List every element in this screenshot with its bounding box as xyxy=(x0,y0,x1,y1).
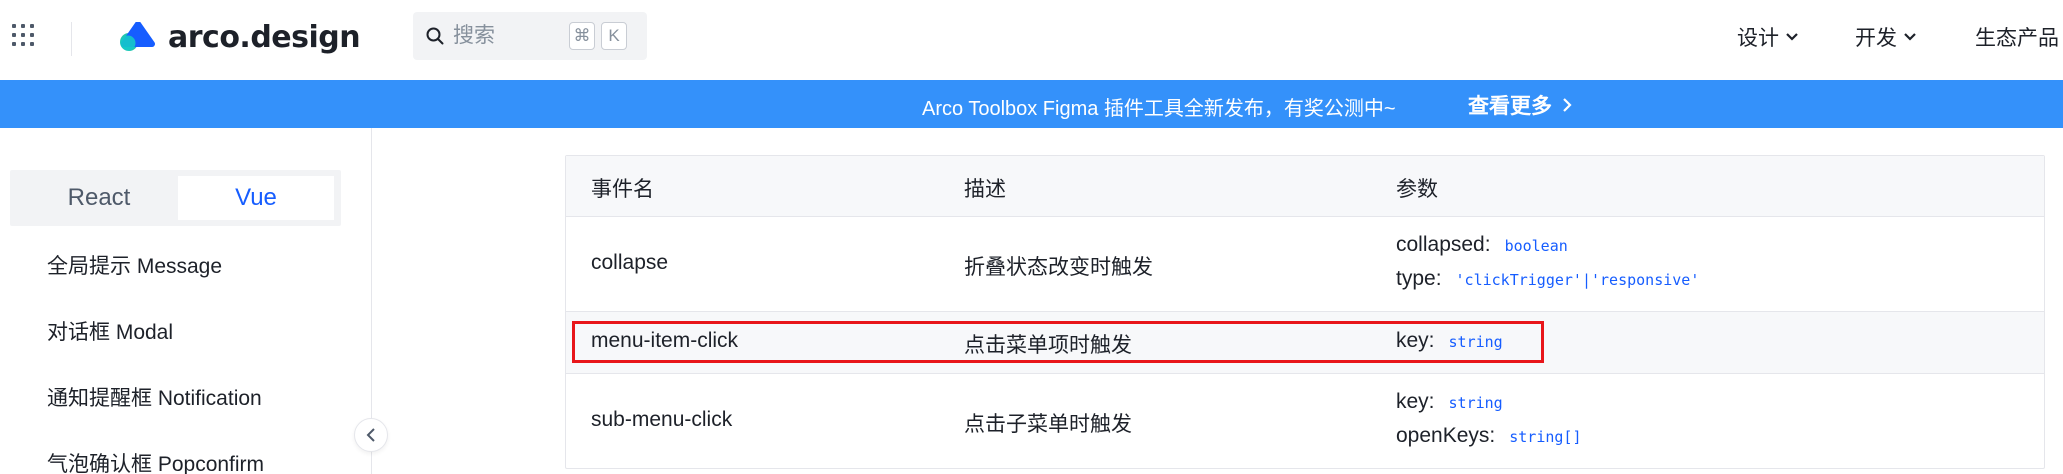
framework-react-tab[interactable]: React xyxy=(21,176,177,220)
search-box[interactable]: ⌘ K xyxy=(413,12,647,60)
arco-logo[interactable]: arco.design xyxy=(118,17,361,57)
nav-design-label: 设计 xyxy=(1737,27,1779,50)
banner-text: Arco Toolbox Figma 插件工具全新发布，有奖公测中~ xyxy=(922,98,1396,120)
top-header: arco.design ⌘ K 设计 开发 生态产品 xyxy=(0,0,2063,80)
banner-link-label: 查看更多 xyxy=(1468,95,1552,118)
event-name: menu-item-click xyxy=(591,329,739,352)
framework-switch: React Vue xyxy=(10,170,341,226)
sidebar-item-popconfirm[interactable]: 气泡确认框 Popconfirm xyxy=(47,448,264,474)
framework-vue-tab[interactable]: Vue xyxy=(178,176,334,220)
nav-develop[interactable]: 开发 xyxy=(1855,20,1917,54)
event-description: 点击菜单项时触发 xyxy=(964,334,1132,357)
shortcut-cmd-key: ⌘ xyxy=(569,22,595,50)
logo-text: arco.design xyxy=(168,19,361,55)
event-param: collapsed: boolean xyxy=(1396,233,1568,257)
param-key: collapsed: xyxy=(1396,233,1491,256)
event-description: 点击子菜单时触发 xyxy=(964,413,1132,436)
header-divider xyxy=(71,22,72,56)
param-type: string xyxy=(1448,394,1503,412)
chevron-left-icon xyxy=(366,428,375,442)
event-name: sub-menu-click xyxy=(591,408,733,431)
param-type: string[] xyxy=(1509,428,1582,446)
sidebar-item-notification[interactable]: 通知提醒框 Notification xyxy=(47,382,262,412)
arco-logo-icon xyxy=(120,22,155,51)
sidebar-item-message[interactable]: 全局提示 Message xyxy=(47,250,222,280)
param-key: openKeys: xyxy=(1396,424,1496,447)
nav-develop-label: 开发 xyxy=(1855,27,1897,50)
param-key: key: xyxy=(1396,329,1435,352)
column-header-description: 描述 xyxy=(964,178,1006,201)
event-param: openKeys: string[] xyxy=(1396,424,1582,448)
param-key: type: xyxy=(1396,267,1442,290)
event-name: collapse xyxy=(591,251,669,274)
event-param: key: string xyxy=(1396,329,1503,353)
column-header-name: 事件名 xyxy=(591,178,654,201)
sidebar-item-modal[interactable]: 对话框 Modal xyxy=(47,316,173,346)
search-input[interactable] xyxy=(453,24,563,48)
event-description: 折叠状态改变时触发 xyxy=(964,256,1153,279)
sidebar-collapse-button[interactable] xyxy=(354,418,388,452)
banner-more-link[interactable]: 查看更多 xyxy=(1468,90,1572,120)
chevron-down-icon xyxy=(1786,33,1798,41)
sidebar: React Vue 全局提示 Message 对话框 Modal 通知提醒框 N… xyxy=(0,128,372,474)
nav-ecosystem[interactable]: 生态产品 xyxy=(1975,20,2059,54)
table-row: menu-item-click 点击菜单项时触发 key: string xyxy=(566,312,2044,374)
announcement-banner: Arco Toolbox Figma 插件工具全新发布，有奖公测中~ 查看更多 xyxy=(0,80,2063,128)
search-icon xyxy=(426,27,444,45)
table-row: collapse 折叠状态改变时触发 collapsed: boolean ty… xyxy=(566,217,2044,312)
shortcut-k-key: K xyxy=(601,22,627,50)
param-key: key: xyxy=(1396,390,1435,413)
param-type: 'clickTrigger'|'responsive' xyxy=(1455,271,1700,289)
nav-design[interactable]: 设计 xyxy=(1737,20,1799,54)
chevron-down-icon xyxy=(1904,33,1916,41)
table-row: sub-menu-click 点击子菜单时触发 key: string open… xyxy=(566,374,2044,468)
event-param: type: 'clickTrigger'|'responsive' xyxy=(1396,267,1699,291)
apps-grid-icon[interactable] xyxy=(12,24,38,50)
table-header-row: 事件名 描述 参数 xyxy=(566,156,2044,217)
param-type: boolean xyxy=(1504,237,1568,255)
column-header-params: 参数 xyxy=(1396,178,1438,201)
nav-ecosystem-label: 生态产品 xyxy=(1975,27,2059,50)
events-table: 事件名 描述 参数 collapse 折叠状态改变时触发 collapsed: … xyxy=(565,155,2045,469)
chevron-right-icon xyxy=(1563,98,1572,112)
param-type: string xyxy=(1448,333,1503,351)
event-param: key: string xyxy=(1396,390,1503,414)
